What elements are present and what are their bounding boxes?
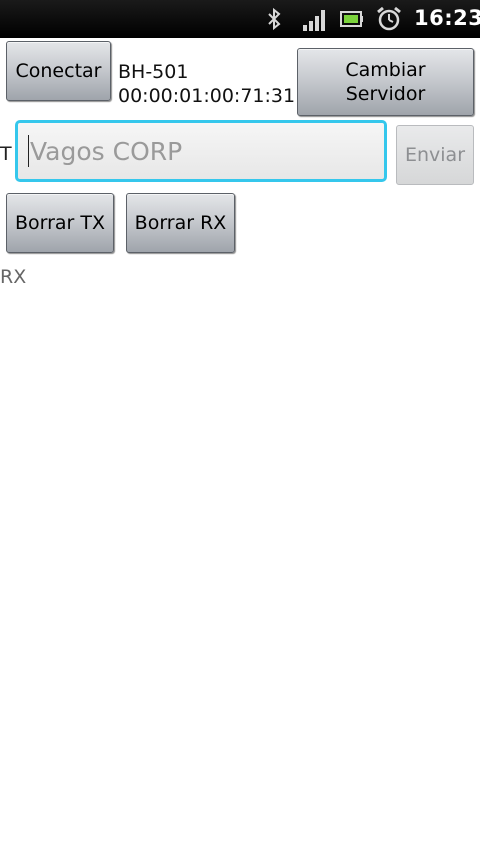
alarm-clock-icon: [377, 6, 401, 31]
device-address: 00:00:01:00:71:31: [118, 85, 296, 107]
connect-button[interactable]: Conectar: [6, 41, 111, 101]
app-screen: 16:23 Conectar BH-501 00:00:01:00:71:31 …: [0, 0, 480, 854]
status-time: 16:23: [414, 6, 480, 30]
rx-output-area: [0, 292, 480, 854]
change-server-button[interactable]: Cambiar Servidor: [297, 48, 474, 116]
change-server-button-label: Cambiar Servidor: [345, 59, 426, 105]
clear-rx-button-label: Borrar RX: [134, 212, 227, 234]
signal-icon: [303, 10, 325, 31]
status-bar: 16:23: [0, 0, 480, 38]
battery-icon: [340, 11, 363, 27]
rx-label: RX: [0, 266, 27, 288]
tx-label: T: [0, 143, 12, 165]
bluetooth-icon: [268, 7, 281, 31]
clear-rx-button[interactable]: Borrar RX: [126, 193, 235, 253]
send-button[interactable]: Enviar: [396, 125, 474, 185]
text-cursor: [28, 135, 29, 167]
clear-tx-button[interactable]: Borrar TX: [6, 193, 114, 253]
device-name: BH-501: [118, 61, 189, 83]
device-info: BH-501 00:00:01:00:71:31: [118, 60, 295, 108]
connect-button-label: Conectar: [15, 60, 102, 82]
send-button-label: Enviar: [404, 144, 466, 166]
clear-tx-button-label: Borrar TX: [14, 212, 106, 234]
message-input[interactable]: [15, 120, 387, 182]
